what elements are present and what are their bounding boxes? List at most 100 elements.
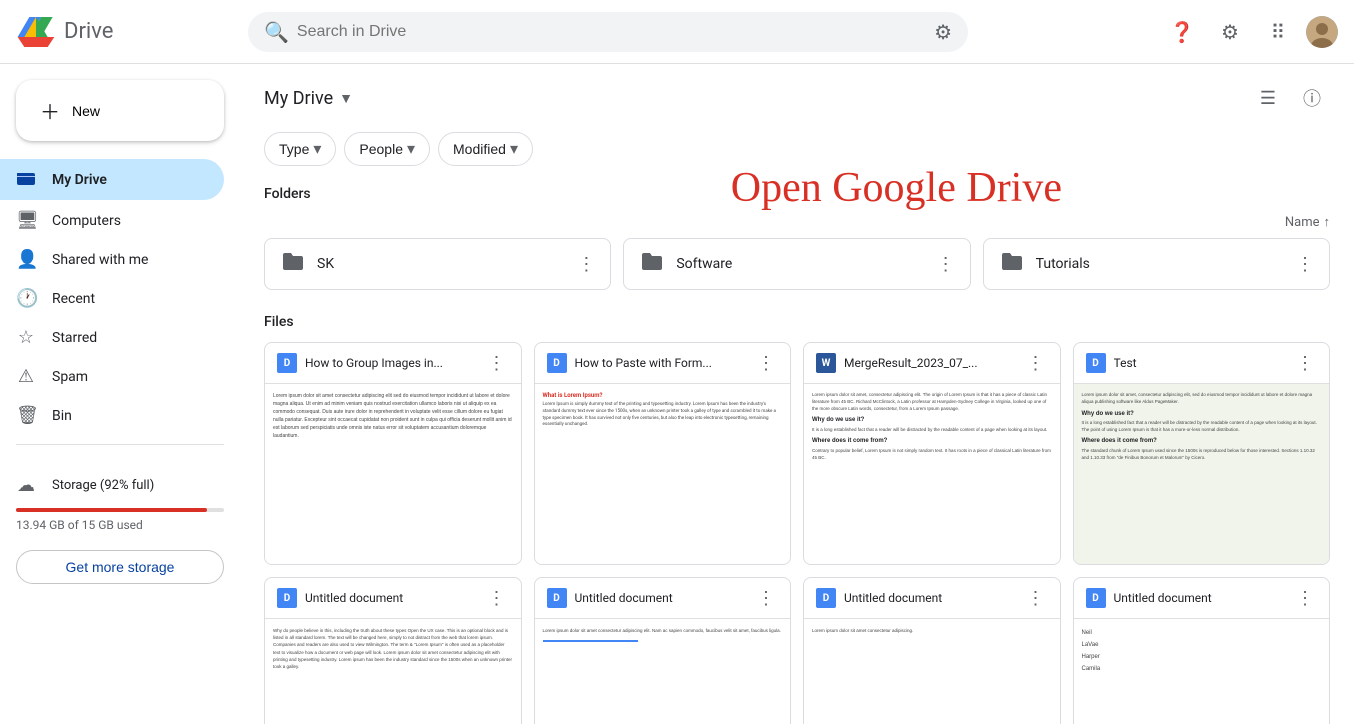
get-more-storage-button[interactable]: Get more storage [16,550,224,584]
file-title-5: Untitled document [575,591,673,605]
drive-header: My Drive ▼ Open Google Drive ☰ ⓘ [264,80,1330,116]
file-card-header-2: W MergeResult_2023_07_... ⋮ [804,343,1060,384]
info-icon[interactable]: ⓘ [1294,80,1330,116]
modified-filter[interactable]: Modified ▾ [438,132,533,166]
sidebar-item-shared-label: Shared with me [52,252,148,268]
sidebar-item-my-drive-label: My Drive [52,172,107,188]
test-heading-1: Why do we use it? [1082,410,1322,418]
new-button[interactable]: ＋ New [16,80,224,141]
sort-label[interactable]: Name ↑ [1285,214,1330,230]
file-more-0[interactable]: ⋮ [485,351,509,375]
drive-title-text: My Drive [264,88,333,109]
file-card-6[interactable]: D Untitled document ⋮ Lorem ipsum dolor … [803,577,1061,724]
tune-icon[interactable]: ⚙ [934,20,952,44]
modified-filter-arrow: ▾ [510,139,518,159]
folder-icon-sk [281,251,305,277]
file-more-3[interactable]: ⋮ [1293,351,1317,375]
folder-more-tutorials[interactable]: ⋮ [1289,248,1321,280]
type-filter[interactable]: Type ▾ [264,132,336,166]
merge-heading-1: Why do we use it? [812,416,1052,424]
file-more-2[interactable]: ⋮ [1024,351,1048,375]
file-more-6[interactable]: ⋮ [1024,586,1048,610]
filters-row: Type ▾ People ▾ Modified ▾ [264,132,1330,166]
file-title-row-6: D Untitled document [816,588,1024,608]
file-preview-6: Lorem ipsum dolor sit amet consectetur a… [804,619,1060,724]
sidebar-item-spam[interactable]: ⚠ Spam [0,358,224,395]
file-card-0[interactable]: D How to Group Images in... ⋮ Lorem ipsu… [264,342,522,565]
settings-icon[interactable]: ⚙ [1210,12,1250,52]
file-card-header-3: D Test ⋮ [1074,343,1330,384]
avatar[interactable] [1306,16,1338,48]
sidebar-item-my-drive[interactable]: My Drive [0,159,224,200]
people-filter[interactable]: People ▾ [344,132,430,166]
file-preview-text-7: NeilLaVaeHarperCamila [1082,627,1322,675]
folder-card-software[interactable]: Software ⋮ [623,238,970,290]
file-title-2: MergeResult_2023_07_... [844,356,978,370]
spam-icon: ⚠ [16,366,36,387]
file-preview-text-3: Lorem ipsum dolor sit amet, consectetur … [1082,392,1322,461]
file-more-1[interactable]: ⋮ [754,351,778,375]
file-title-row-5: D Untitled document [547,588,755,608]
folder-name-tutorials: Tutorials [1036,256,1313,272]
main-layout: ＋ New My Drive 🖥 Computers 👤 Shared with… [0,64,1354,724]
bin-icon: 🗑 [16,405,36,426]
search-input[interactable] [297,23,926,41]
sidebar-item-shared[interactable]: 👤 Shared with me [0,241,224,278]
drive-title[interactable]: My Drive ▼ [264,88,353,109]
plus-icon: ＋ [40,96,60,125]
folder-more-software[interactable]: ⋮ [930,248,962,280]
file-title-7: Untitled document [1114,591,1212,605]
apps-icon[interactable]: ⠿ [1258,12,1298,52]
sidebar-item-starred[interactable]: ☆ Starred [0,319,224,356]
help-icon[interactable]: ❓ [1162,12,1202,52]
file-preview-text-0: Lorem ipsum dolor sit amet consectetur a… [273,392,513,440]
sidebar-item-bin[interactable]: 🗑 Bin [0,397,224,434]
file-preview-3: Lorem ipsum dolor sit amet, consectetur … [1074,384,1330,564]
storage-label: Storage (92% full) [52,478,154,493]
sidebar-item-recent[interactable]: 🕐 Recent [0,280,224,317]
header-right: ☰ ⓘ [1250,80,1330,116]
file-preview-1: What is Lorem Ipsum? Lorem Ipsum is simp… [535,384,791,564]
sidebar-item-bin-label: Bin [52,408,72,424]
folder-more-sk[interactable]: ⋮ [570,248,602,280]
sidebar-item-spam-label: Spam [52,369,88,385]
sidebar-divider [16,444,224,445]
file-preview-text-5: Lorem ipsum dolor sit amet consectetur a… [543,627,783,648]
folder-card-sk[interactable]: SK ⋮ [264,238,611,290]
sidebar-item-computers[interactable]: 🖥 Computers [0,202,224,239]
file-preview-content-1: What is Lorem Ipsum? Lorem Ipsum is simp… [543,392,783,429]
computers-icon: 🖥 [16,210,36,231]
folder-card-tutorials[interactable]: Tutorials ⋮ [983,238,1330,290]
file-title-row-2: W MergeResult_2023_07_... [816,353,1024,373]
folder-icon-software [640,251,664,277]
file-more-5[interactable]: ⋮ [754,586,778,610]
file-preview-body-1: Lorem Ipsum is simply dummy text of the … [543,402,783,429]
people-filter-arrow: ▾ [407,139,415,159]
search-icon: 🔍 [264,20,289,44]
storage-item: ☁ Storage (92% full) [16,471,224,500]
doc-icon-4: D [277,588,297,608]
list-view-icon[interactable]: ☰ [1250,80,1286,116]
storage-bar-bg [16,508,224,512]
file-card-2[interactable]: W MergeResult_2023_07_... ⋮ Lorem ipsum … [803,342,1061,565]
file-preview-7: NeilLaVaeHarperCamila [1074,619,1330,724]
file-more-7[interactable]: ⋮ [1293,586,1317,610]
file-card-header-7: D Untitled document ⋮ [1074,578,1330,619]
file-card-1[interactable]: D How to Paste with Form... ⋮ What is Lo… [534,342,792,565]
shared-icon: 👤 [16,249,36,270]
doc-icon-5: D [547,588,567,608]
logo-area: Drive [16,12,236,52]
file-card-header-1: D How to Paste with Form... ⋮ [535,343,791,384]
sidebar-item-starred-label: Starred [52,330,97,346]
drive-logo-icon [16,12,56,52]
file-card-5[interactable]: D Untitled document ⋮ Lorem ipsum dolor … [534,577,792,724]
folder-name-sk: SK [317,256,594,272]
file-card-7[interactable]: D Untitled document ⋮ NeilLaVaeHarperCam… [1073,577,1331,724]
file-card-4[interactable]: D Untitled document ⋮ Why do people beli… [264,577,522,724]
sidebar-item-computers-label: Computers [52,213,121,229]
file-card-3[interactable]: D Test ⋮ Lorem ipsum dolor sit amet, con… [1073,342,1331,565]
file-more-4[interactable]: ⋮ [485,586,509,610]
sort-arrow: ↑ [1324,214,1331,230]
file-preview-text-6: Lorem ipsum dolor sit amet consectetur a… [812,627,1052,634]
starred-icon: ☆ [16,327,36,348]
